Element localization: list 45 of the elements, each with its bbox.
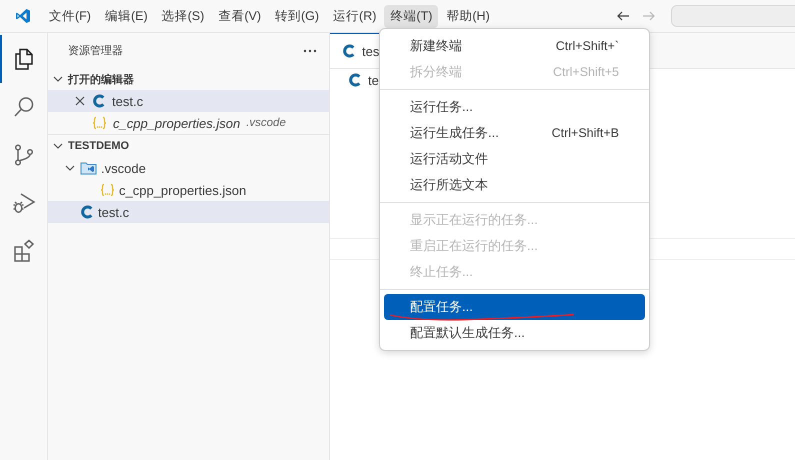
search-icon[interactable] (12, 95, 36, 119)
json-file-icon (100, 183, 115, 197)
file-name: .vscode (101, 160, 146, 176)
menu-item[interactable]: 运行(R) (327, 4, 382, 28)
file-name: c_cpp_properties.json (113, 116, 240, 130)
menu-item[interactable]: 配置任务... (384, 294, 645, 320)
json-file-icon (92, 116, 107, 130)
c-file-icon (80, 205, 94, 219)
c-file-icon (342, 44, 356, 58)
c-file-icon (348, 73, 362, 87)
menu-item[interactable]: 帮助(H) (440, 4, 496, 28)
section-header[interactable]: 打开的编辑器 (68, 72, 134, 86)
file-name: c_cpp_properties.json (119, 182, 246, 198)
menu-item[interactable]: 终端(T) (384, 4, 438, 28)
file-name: test.c (112, 94, 144, 108)
section-header[interactable]: TESTDEMO (68, 140, 130, 152)
menu-item[interactable]: 转到(G) (268, 4, 326, 28)
menu-item[interactable]: 查看(V) (212, 4, 267, 28)
file-path: .vscode (246, 117, 286, 129)
file-row[interactable]: test.c (48, 201, 329, 223)
shortcut-label: Ctrl+Shift+5 (552, 65, 619, 79)
sidebar-title: 资源管理器 (68, 44, 123, 58)
menu-item[interactable]: 运行所选文本 (384, 172, 645, 198)
editor-tab[interactable]: tes (330, 33, 379, 68)
menu-item[interactable]: 编辑(E) (98, 4, 154, 28)
search-field[interactable] (671, 5, 795, 27)
menu-item[interactable]: 选择(S) (156, 4, 210, 28)
extensions-icon[interactable] (12, 239, 36, 263)
menu-item[interactable]: 运行生成任务... Ctrl+Shift+B (384, 120, 645, 146)
vscode-folder-icon (80, 161, 97, 175)
menu-item[interactable]: 运行任务... (384, 94, 645, 120)
run-debug-icon[interactable] (12, 191, 36, 215)
app-logo-icon (15, 8, 31, 24)
close-icon[interactable] (74, 95, 86, 107)
c-file-icon (92, 94, 106, 108)
menu-item[interactable]: 配置默认生成任务... (384, 320, 645, 346)
shortcut-label: Ctrl+Shift+B (552, 126, 619, 140)
menu-item[interactable]: 文件(F) (43, 4, 97, 28)
shortcut-label: Ctrl+Shift+` (556, 39, 619, 53)
file-name: test.c (98, 204, 130, 220)
breadcrumb-item[interactable]: te (368, 72, 379, 88)
more-actions-icon[interactable] (303, 48, 317, 52)
menu-item[interactable]: 新建终端 Ctrl+Shift+` (384, 33, 645, 59)
file-row[interactable]: test.c (48, 90, 329, 112)
menu-item[interactable]: 运行活动文件 (384, 146, 645, 172)
